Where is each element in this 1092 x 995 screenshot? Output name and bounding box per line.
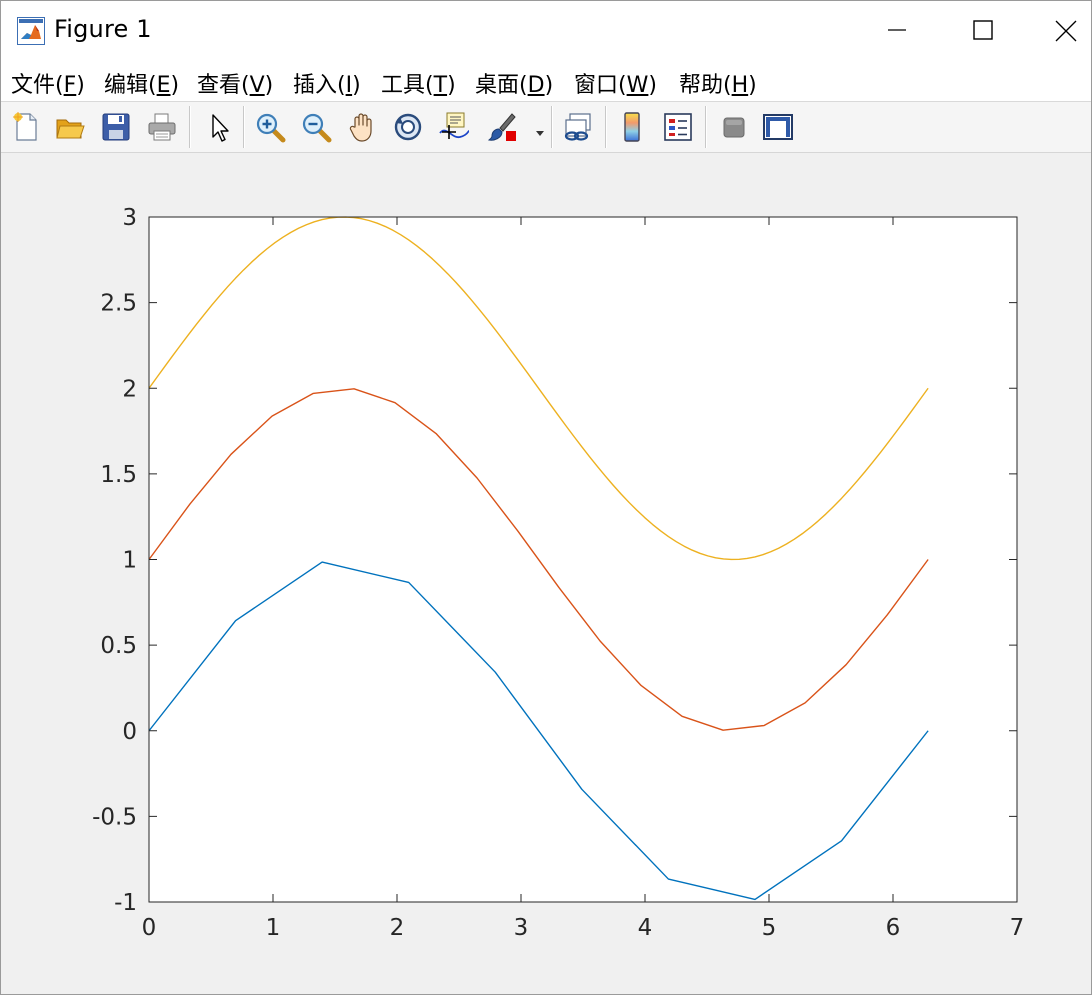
menu-window-label: 窗口 <box>574 73 619 98</box>
maximize-icon <box>973 20 993 40</box>
x-tick-label: 7 <box>1010 915 1025 941</box>
figure-canvas[interactable]: 0 1 2 3 4 5 6 7 -1 -0.5 0 0.5 1 1.5 2 2.5 3 <box>1 153 1091 994</box>
menu-view-mnemonic: V <box>249 73 265 98</box>
hide-plot-tools-button[interactable] <box>715 108 753 146</box>
show-plot-tools-button[interactable] <box>759 108 797 146</box>
toolbar-separator <box>605 106 607 148</box>
brush-icon <box>487 113 516 141</box>
y-tick-label: -1 <box>114 890 137 916</box>
chevron-down-icon <box>536 131 544 136</box>
menu-window-mnemonic: W <box>626 73 649 98</box>
toolbar-separator <box>189 106 191 148</box>
open-file-button[interactable] <box>51 108 89 146</box>
print-icon <box>148 113 176 141</box>
x-tick-label: 2 <box>390 915 405 941</box>
toolbar-separator <box>243 106 245 148</box>
insert-colorbar-icon <box>624 112 640 142</box>
axes-background <box>149 217 1017 902</box>
y-tick-label: 0 <box>122 719 137 745</box>
zoom-out-button[interactable] <box>297 108 335 146</box>
menu-insert[interactable]: 插入(I) <box>293 67 361 99</box>
data-cursor-button[interactable] <box>435 108 473 146</box>
pan-hand-icon <box>349 113 372 142</box>
x-tick-label: 6 <box>886 915 901 941</box>
figure-toolbar <box>1 102 1091 153</box>
y-tick-label: 2 <box>122 376 137 402</box>
menu-tools-mnemonic: T <box>433 73 448 98</box>
y-tick-label: 3 <box>122 205 137 231</box>
menu-insert-mnemonic: I <box>345 73 353 98</box>
menu-tools-label: 工具 <box>381 73 426 98</box>
y-tick-label: 2.5 <box>100 291 137 317</box>
hide-plot-tools-icon <box>723 117 745 138</box>
y-tick-label: 1.5 <box>100 462 137 488</box>
edit-plot-arrow-icon <box>212 114 229 142</box>
y-tick-label: -0.5 <box>92 804 137 830</box>
data-cursor-icon <box>439 112 470 139</box>
menu-edit-label: 编辑 <box>104 73 149 98</box>
new-figure-icon <box>13 112 37 141</box>
rotate-3d-button[interactable] <box>389 108 427 146</box>
menu-file-label: 文件 <box>11 73 56 98</box>
y-tick-label: 0.5 <box>100 633 137 659</box>
link-plot-icon <box>564 113 591 141</box>
link-plot-button[interactable] <box>559 108 597 146</box>
line-plot[interactable]: 0 1 2 3 4 5 6 7 -1 -0.5 0 0.5 1 1.5 2 2.5 3 <box>1 153 1091 994</box>
menu-window[interactable]: 窗口(W) <box>574 67 657 99</box>
menu-view-label: 查看 <box>197 73 242 98</box>
window-title: Figure 1 <box>54 15 152 43</box>
x-tick-label: 3 <box>514 915 529 941</box>
menu-tools[interactable]: 工具(T) <box>381 67 456 99</box>
matlab-logo-icon <box>17 17 45 45</box>
zoom-in-button[interactable] <box>251 108 289 146</box>
menu-desktop[interactable]: 桌面(D) <box>475 67 553 99</box>
brush-dropdown-button[interactable] <box>535 124 545 136</box>
save-button[interactable] <box>97 108 135 146</box>
menu-file-mnemonic: F <box>63 73 77 98</box>
print-button[interactable] <box>143 108 181 146</box>
menu-desktop-label: 桌面 <box>475 73 520 98</box>
new-figure-button[interactable] <box>7 108 45 146</box>
maximize-button[interactable] <box>955 1 1011 59</box>
brush-button[interactable] <box>483 108 521 146</box>
open-file-icon <box>56 119 85 139</box>
menu-insert-label: 插入 <box>293 73 338 98</box>
insert-legend-icon <box>664 113 692 141</box>
x-tick-label: 5 <box>762 915 777 941</box>
menu-bar: 文件(F) 编辑(E) 查看(V) 插入(I) 工具(T) 桌面(D) 窗口(W… <box>1 59 1091 102</box>
zoom-out-icon <box>302 113 332 143</box>
toolbar-separator <box>705 106 707 148</box>
insert-legend-button[interactable] <box>659 108 697 146</box>
show-plot-tools-icon <box>763 114 793 140</box>
menu-file[interactable]: 文件(F) <box>11 67 85 99</box>
menu-help[interactable]: 帮助(H) <box>679 67 757 99</box>
insert-colorbar-button[interactable] <box>613 108 651 146</box>
zoom-in-icon <box>256 113 286 143</box>
x-tick-label: 4 <box>638 915 653 941</box>
title-bar[interactable]: Figure 1 <box>1 1 1091 59</box>
x-tick-label: 0 <box>142 915 157 941</box>
menu-desktop-mnemonic: D <box>527 73 545 98</box>
rotate-3d-icon <box>394 113 422 141</box>
y-tick-label: 1 <box>122 548 137 574</box>
menu-edit[interactable]: 编辑(E) <box>104 67 179 99</box>
toolbar-separator <box>551 106 553 148</box>
menu-edit-mnemonic: E <box>156 73 171 98</box>
menu-help-mnemonic: H <box>731 73 749 98</box>
edit-plot-button[interactable] <box>199 108 237 146</box>
figure-window: Figure 1 文件(F) 编辑(E) 查看(V) 插入(I) 工具(T) 桌… <box>0 0 1092 995</box>
minimize-button[interactable] <box>869 1 925 59</box>
menu-view[interactable]: 查看(V) <box>197 67 273 99</box>
menu-help-label: 帮助 <box>679 73 724 98</box>
pan-button[interactable] <box>343 108 381 146</box>
minimize-icon <box>888 29 906 31</box>
x-tick-label: 1 <box>266 915 281 941</box>
close-icon <box>1055 20 1077 42</box>
close-button[interactable] <box>1037 1 1092 59</box>
save-icon <box>102 113 130 141</box>
